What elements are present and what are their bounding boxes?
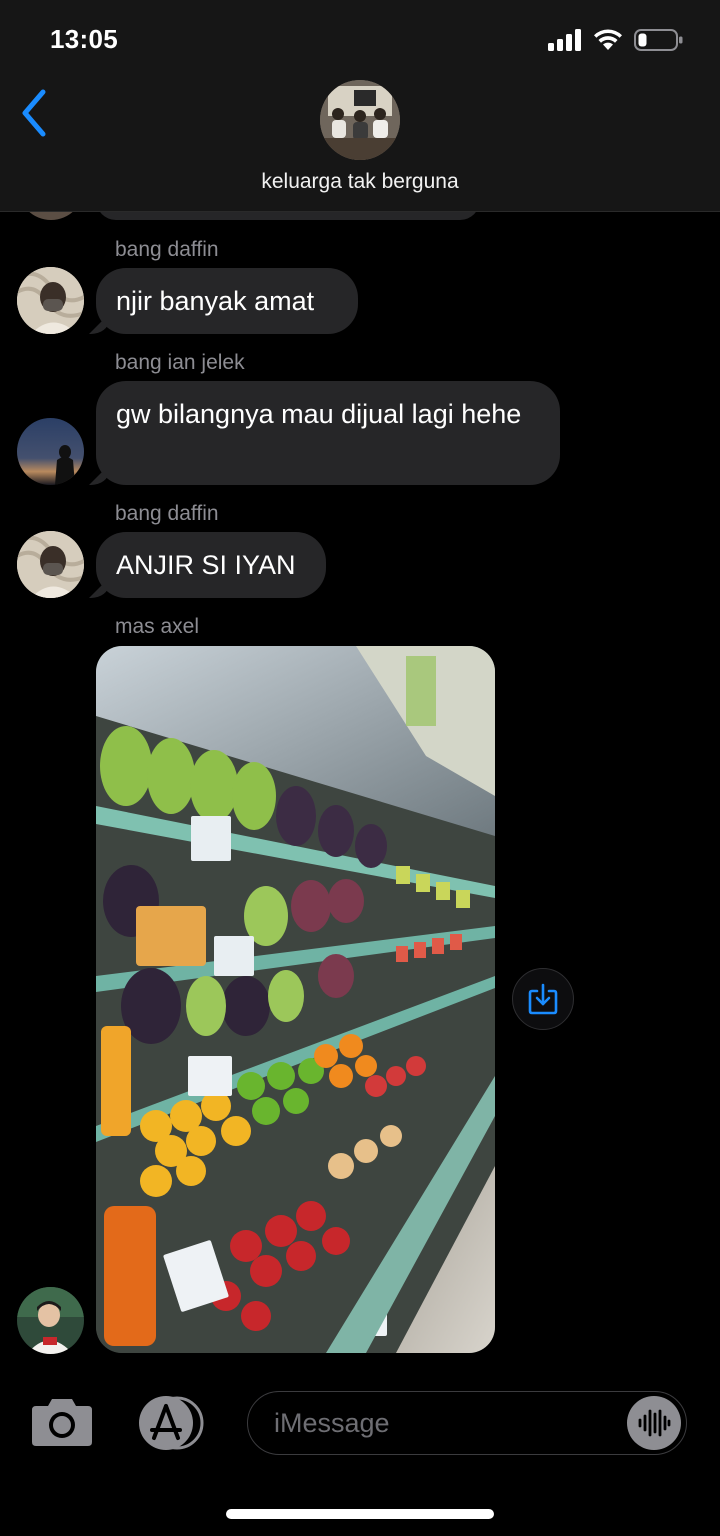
avatar[interactable]	[17, 267, 84, 334]
message-input[interactable]	[272, 1392, 616, 1454]
home-indicator[interactable]	[226, 1509, 494, 1519]
group-photo	[320, 80, 400, 160]
sender-name: mas axel	[115, 615, 200, 638]
status-time: 13:05	[50, 24, 118, 54]
back-button[interactable]	[14, 88, 54, 138]
avatar[interactable]	[17, 1287, 84, 1354]
message-bubble[interactable]: ANJIR SI IYAN	[89, 532, 326, 598]
group-avatar[interactable]	[320, 80, 400, 160]
avatar-photo	[17, 1287, 84, 1354]
message-text: ANJIR SI IYAN	[116, 550, 296, 580]
group-name[interactable]: keluarga tak berguna	[0, 170, 720, 194]
save-download-icon	[528, 983, 558, 1015]
audio-message-button[interactable]	[627, 1396, 681, 1450]
avatar[interactable]	[17, 531, 84, 598]
avatar-photo	[17, 267, 84, 334]
message-text: njir banyak amat	[116, 286, 315, 316]
message-bubble[interactable]: gw bilangnya mau dijual lagi hehe	[89, 381, 560, 485]
sender-name: bang ian jelek	[115, 351, 245, 374]
message-bubble[interactable]: njir banyak amat	[89, 268, 358, 334]
cellular-signal-icon	[548, 29, 581, 51]
avatar[interactable]	[17, 418, 84, 485]
sender-name: bang daffin	[115, 238, 219, 261]
app-store-icon	[139, 1396, 204, 1450]
avatar-photo	[17, 418, 84, 485]
save-button[interactable]	[512, 968, 574, 1030]
message-text: gw bilangnya mau dijual lagi hehe	[116, 399, 522, 429]
audio-waveform-icon	[638, 1409, 671, 1437]
status-icons	[548, 28, 684, 52]
sender-name: bang daffin	[115, 502, 219, 525]
camera-button[interactable]	[30, 1396, 94, 1448]
message-field[interactable]	[247, 1391, 687, 1455]
chevron-left-icon	[22, 89, 46, 137]
status-bar: 13:05	[0, 0, 720, 80]
avatar-photo	[17, 531, 84, 598]
app-store-button[interactable]	[135, 1396, 207, 1450]
image-attachment[interactable]	[96, 646, 495, 1353]
camera-icon	[32, 1399, 92, 1446]
supermarket-fruit-photo	[96, 646, 495, 1353]
battery-icon	[634, 29, 683, 51]
conversation-header: keluarga tak berguna	[0, 80, 720, 212]
wifi-icon	[594, 29, 622, 50]
